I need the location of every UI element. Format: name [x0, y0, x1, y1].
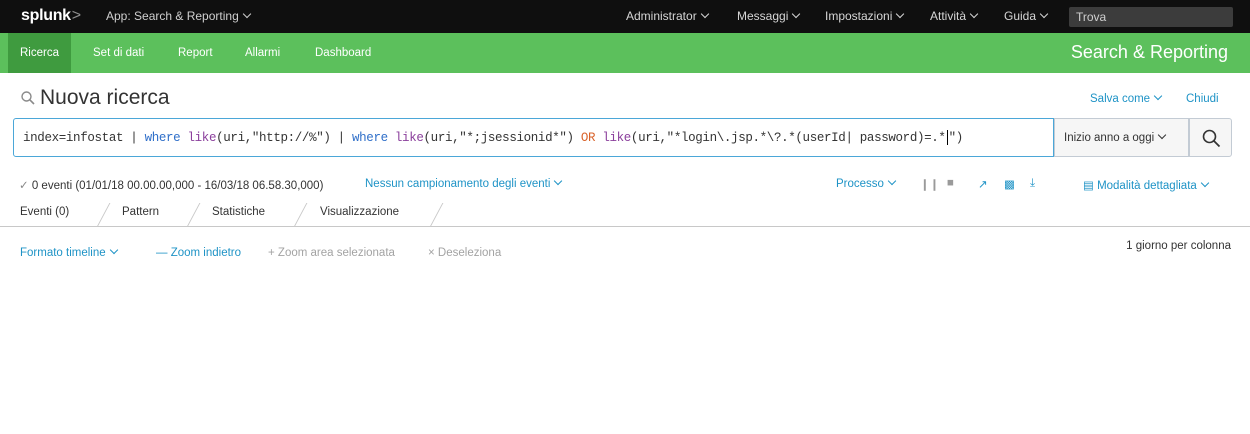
chevron-down-icon [896, 9, 905, 19]
nav-help-label: Guida [1004, 9, 1037, 23]
query-text: index=infostat | where like(uri,"http://… [23, 130, 963, 145]
chevron-down-icon [1039, 9, 1049, 19]
stop-icon[interactable]: ■ [947, 177, 954, 189]
query-keyword: where [351, 130, 388, 145]
tab-search[interactable]: Ricerca [8, 33, 71, 73]
plus-icon: + [268, 247, 278, 259]
nav-settings-label: Impostazioni [825, 9, 893, 23]
app-menu-label: App: Search & Reporting [106, 9, 239, 23]
app-bar: Ricerca Set di dati Report Allarmi Dashb… [0, 33, 1250, 73]
save-as-label: Salva come [1090, 93, 1151, 105]
query-function: like [602, 130, 631, 145]
nav-activity-label: Attività [930, 9, 967, 23]
checkmark-icon: ✓ [19, 180, 32, 192]
timeline-format-label: Formato timeline [20, 247, 106, 259]
print-icon[interactable]: ▩ [1004, 177, 1015, 191]
tab-visualization[interactable]: Visualizzazione [320, 206, 399, 218]
query-function: like [187, 130, 217, 145]
search-query-input[interactable]: index=infostat | where like(uri,"http://… [13, 118, 1054, 157]
chevron-down-icon [792, 9, 801, 19]
chevron-down-icon [1153, 91, 1163, 101]
tab-datasets[interactable]: Set di dati [93, 33, 144, 73]
job-label: Processo [836, 178, 884, 190]
app-title: Search & Reporting [1070, 42, 1228, 62]
chevron-down-icon [969, 9, 979, 19]
search-icon [21, 91, 35, 105]
query-segment: (uri,"http://%") | [216, 130, 352, 145]
pause-icon[interactable]: ❙❙ [920, 177, 939, 191]
top-bar: splunk> App: Search & Reporting Administ… [0, 0, 1250, 33]
timeline-format-menu[interactable]: Formato timeline [20, 245, 118, 259]
tab-patterns[interactable]: Pattern [122, 206, 159, 218]
nav-activity[interactable]: Attività [930, 9, 979, 23]
nav-messages-label: Messaggi [737, 9, 789, 23]
chevron-down-icon [700, 9, 709, 19]
nav-settings[interactable]: Impostazioni [825, 9, 905, 23]
event-count-label: 0 eventi (01/01/18 00.00.00,000 - 16/03/… [31, 180, 324, 192]
sampling-label: Nessun campionamento degli eventi [365, 178, 551, 190]
nav-help[interactable]: Guida [1004, 9, 1049, 23]
save-as-menu[interactable]: Salva come [1090, 91, 1163, 105]
text-cursor [946, 130, 948, 145]
search-mode-label: Modalità dettagliata [1097, 180, 1197, 192]
tab-reports[interactable]: Report [178, 33, 213, 73]
query-segment: index=infostat | [23, 130, 145, 145]
tab-statistics[interactable]: Statistiche [212, 206, 265, 218]
tab-dashboards[interactable]: Dashboard [315, 33, 371, 73]
chevron-down-icon [554, 176, 563, 186]
nav-administrator-label: Administrator [626, 9, 697, 23]
search-mode-menu[interactable]: ▤ Modalità dettagliata [1083, 178, 1210, 192]
time-range-label: Inizio anno a oggi [1064, 132, 1155, 144]
query-operator: OR [580, 130, 596, 145]
share-icon[interactable]: ↗ [978, 177, 988, 191]
app-menu[interactable]: App: Search & Reporting [106, 9, 251, 23]
chevron-down-icon [109, 245, 118, 255]
zoom-out-button[interactable]: — Zoom indietro [156, 247, 241, 259]
chevron-down-icon [1200, 178, 1210, 188]
close-link[interactable]: Chiudi [1186, 93, 1219, 105]
query-segment [180, 131, 187, 145]
query-segment: (uri,"*;jsessionid*") [423, 130, 581, 145]
splunk-logo[interactable]: splunk> [21, 7, 81, 25]
nav-administrator[interactable]: Administrator [626, 9, 709, 23]
query-function: like [394, 130, 424, 145]
query-segment: ") [948, 130, 964, 145]
job-menu[interactable]: Processo [836, 176, 897, 190]
query-segment [388, 131, 395, 145]
minus-icon: — [156, 247, 171, 259]
timeline-scale-label: 1 giorno per colonna [1126, 240, 1231, 252]
search-icon [1202, 129, 1221, 148]
deselect-button[interactable]: × Deseleziona [428, 247, 501, 259]
logo-suffix: > [71, 7, 81, 24]
sampling-menu[interactable]: Nessun campionamento degli eventi [365, 176, 563, 190]
tab-divider [293, 203, 308, 227]
event-count-status: ✓ 0 eventi (01/01/18 00.00.00,000 - 16/0… [19, 178, 323, 192]
tab-alerts[interactable]: Allarmi [245, 33, 280, 73]
chevron-down-icon [242, 9, 251, 19]
query-segment: (uri,"*login\.jsp.*\?.*(userId| password… [630, 130, 946, 145]
deselect-label: Deseleziona [437, 247, 502, 259]
tabs-divider-line [0, 226, 1250, 227]
tab-events[interactable]: Eventi (0) [20, 206, 69, 218]
zoom-selection-button[interactable]: + Zoom area selezionata [268, 247, 395, 259]
tab-divider [186, 203, 201, 227]
zoom-selection-label: Zoom area selezionata [277, 247, 395, 259]
tab-divider [96, 203, 111, 227]
time-range-picker[interactable]: Inizio anno a oggi [1054, 118, 1189, 157]
page-title: Nuova ricerca [40, 86, 170, 109]
zoom-out-label: Zoom indietro [170, 247, 242, 259]
chevron-down-icon [887, 176, 897, 186]
nav-messages[interactable]: Messaggi [737, 9, 801, 23]
close-icon: × [428, 247, 438, 259]
list-icon: ▤ [1083, 180, 1098, 192]
tab-divider [429, 203, 444, 227]
query-keyword: where [144, 130, 181, 145]
export-icon[interactable]: ⤓ [1030, 177, 1035, 190]
chevron-down-icon [1157, 130, 1167, 140]
find-input[interactable]: Trova [1069, 7, 1233, 27]
search-button[interactable] [1189, 118, 1232, 157]
logo-text: splunk [21, 7, 71, 24]
